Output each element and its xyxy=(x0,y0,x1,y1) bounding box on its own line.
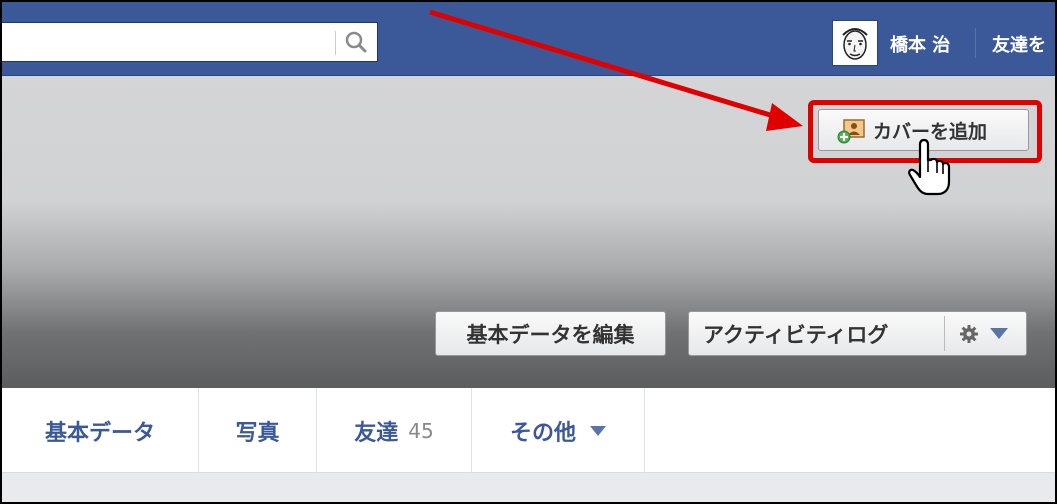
tab-photos[interactable]: 写真 xyxy=(199,388,317,473)
tab-label: その他 xyxy=(509,420,576,446)
gear-icon[interactable] xyxy=(959,324,979,344)
activity-log-button[interactable]: アクティビティログ xyxy=(688,311,1027,356)
avatar[interactable] xyxy=(832,20,878,66)
tab-more[interactable]: その他 xyxy=(472,388,645,473)
chevron-down-icon[interactable] xyxy=(990,328,1008,339)
topbar-divider xyxy=(975,28,976,58)
search-box xyxy=(2,22,378,62)
add-cover-label: カバーを追加 xyxy=(873,120,988,143)
chevron-down-icon xyxy=(590,425,606,436)
search-divider xyxy=(335,31,336,55)
profile-name-link[interactable]: 橋本 治 xyxy=(890,31,950,57)
edit-profile-label: 基本データを編集 xyxy=(466,322,635,347)
find-friends-link[interactable]: 友達を xyxy=(992,31,1046,57)
search-input[interactable] xyxy=(2,23,332,61)
add-cover-button[interactable]: カバーを追加 xyxy=(818,109,1029,151)
top-navigation-bar: 橋本 治 友達を xyxy=(2,2,1055,76)
activity-log-label: アクティビティログ xyxy=(703,322,889,347)
page-background xyxy=(2,473,1055,502)
tab-label: 基本データ xyxy=(44,420,155,446)
tab-about[interactable]: 基本データ xyxy=(2,388,199,473)
screenshot-frame: 橋本 治 友達を カバーを追加 基本データを編集 アクティビティログ 基本データ… xyxy=(0,0,1057,504)
activity-divider xyxy=(944,316,945,351)
add-photo-icon xyxy=(837,119,865,144)
search-icon xyxy=(345,31,367,53)
avatar-face-icon xyxy=(833,21,877,65)
search-button[interactable] xyxy=(339,27,373,57)
tab-label: 写真 xyxy=(235,420,280,446)
edit-profile-button[interactable]: 基本データを編集 xyxy=(435,311,666,356)
profile-tabs: 基本データ 写真 友達 45 その他 xyxy=(2,388,1055,473)
tab-friends[interactable]: 友達 45 xyxy=(317,388,472,473)
friends-count: 45 xyxy=(408,418,434,443)
tab-label: 友達 xyxy=(354,420,399,446)
